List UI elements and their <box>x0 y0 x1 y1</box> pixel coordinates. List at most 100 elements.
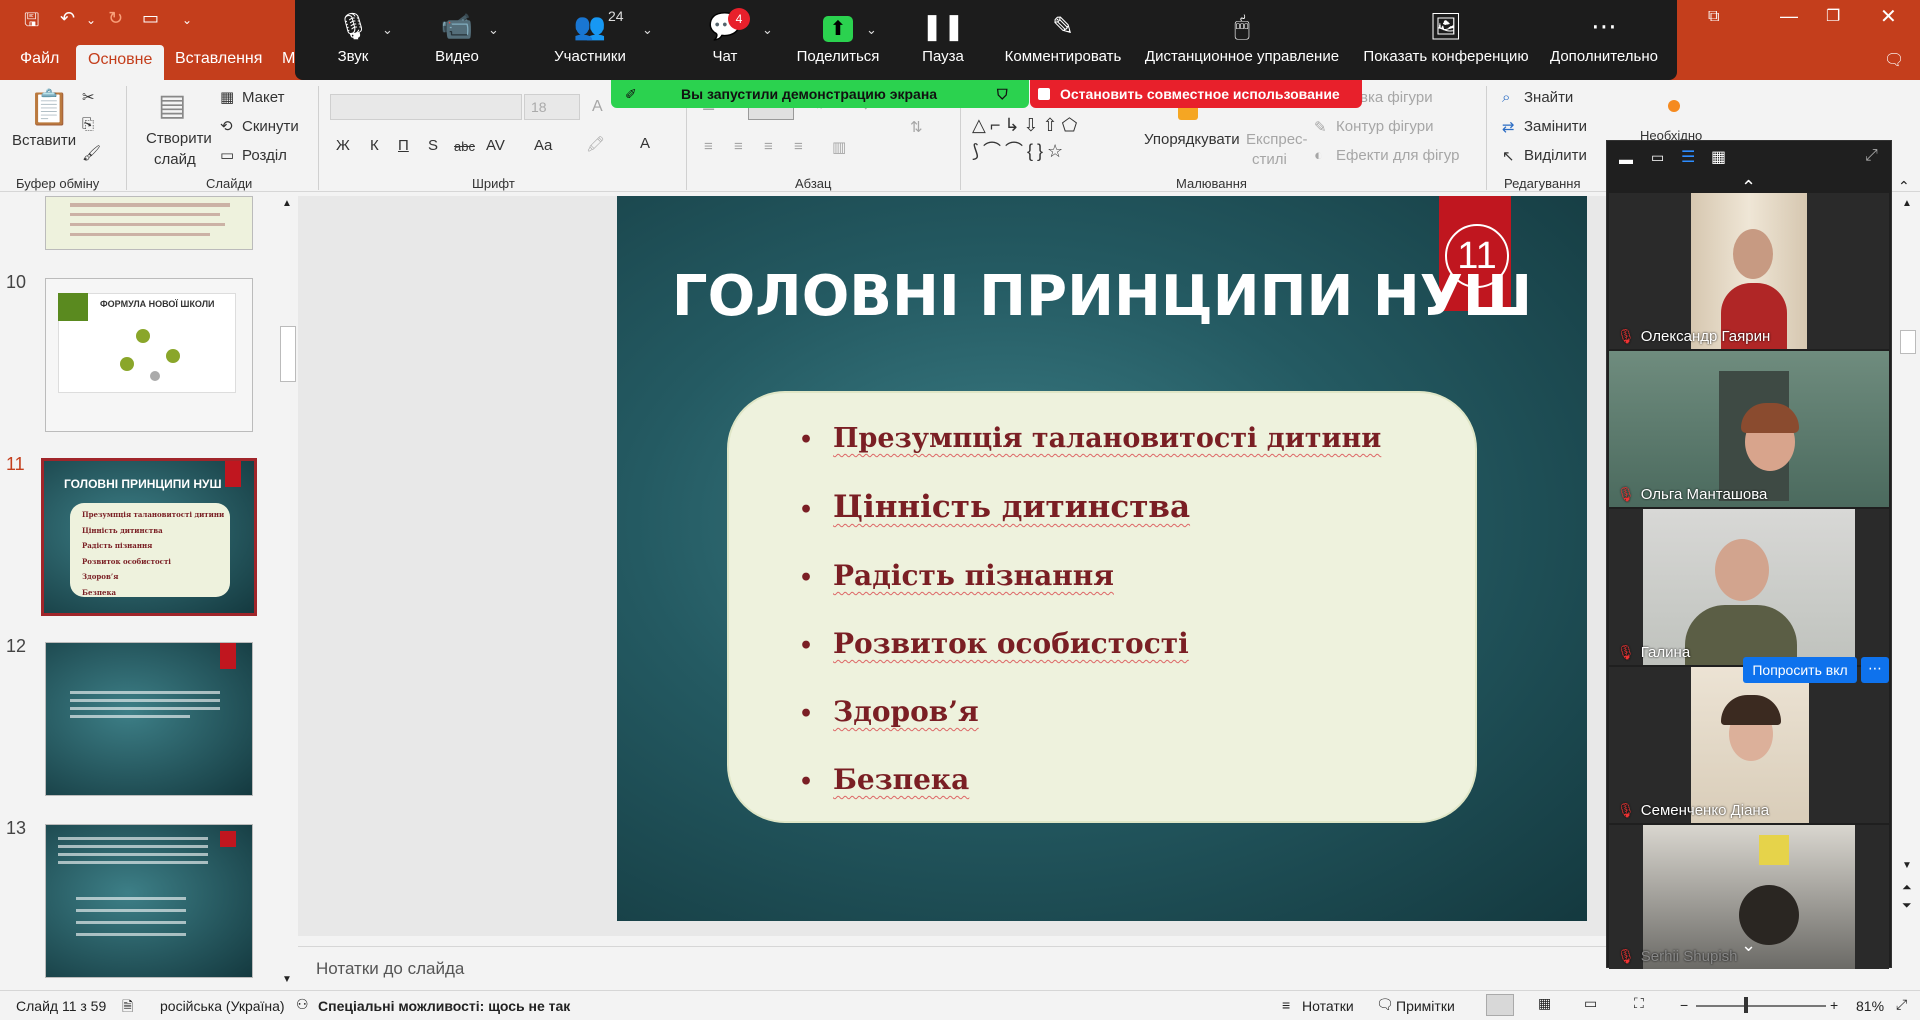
participant-tile[interactable]: 🎙 Олександр Гаярин <box>1609 193 1889 349</box>
expand-panel-icon[interactable]: ⤢ <box>1865 147 1878 165</box>
canvas-scroll-thumb[interactable] <box>1900 330 1916 354</box>
notes-pane[interactable]: Нотатки до слайда <box>298 946 1606 990</box>
slideshow-icon[interactable]: ⛶ <box>1634 995 1644 1012</box>
char-spacing-button[interactable]: AV <box>486 137 505 154</box>
bullet-list-box[interactable]: • Презумпція талановитості дитини • Цінніс… <box>727 391 1477 823</box>
shape-outline-button[interactable]: Контур фігури <box>1336 118 1433 135</box>
change-case-button[interactable]: Aa <box>534 137 552 154</box>
align-left-icon[interactable]: ≡ <box>704 138 713 155</box>
align-right-icon[interactable]: ≡ <box>764 138 773 155</box>
chat-options-chevron-icon[interactable]: ⌄ <box>762 22 773 38</box>
justify-icon[interactable]: ≡ <box>794 138 803 155</box>
audio-options-chevron-icon[interactable]: ⌄ <box>382 22 393 38</box>
cut-icon[interactable]: ✂ <box>82 88 95 106</box>
notes-button[interactable]: Нотатки <box>1302 998 1354 1014</box>
quick-styles-button[interactable]: Експрес- <box>1246 131 1308 148</box>
annotate-button[interactable]: ✎ Комментировать <box>998 4 1128 65</box>
customize-toolbar-icon[interactable]: ⌄ <box>182 13 192 27</box>
participants-options-chevron-icon[interactable]: ⌄ <box>642 22 653 38</box>
arrange-button[interactable]: Упорядкувати <box>1144 131 1240 148</box>
show-meeting-button[interactable]: 🖼 Показать конференцию <box>1356 4 1536 65</box>
stop-share-button[interactable]: Остановить совместное использование <box>1030 80 1362 108</box>
scroll-down-icon[interactable]: ▼ <box>282 974 292 985</box>
slide-sorter-icon[interactable]: ▦ <box>1538 995 1551 1012</box>
redo-icon[interactable]: ↻ <box>108 8 123 29</box>
tab-more[interactable]: М <box>282 50 295 68</box>
replace-button[interactable]: Замінити <box>1524 118 1587 135</box>
video-options-chevron-icon[interactable]: ⌄ <box>488 22 499 38</box>
comments-pane-icon[interactable]: 🗨 <box>1884 50 1904 70</box>
previous-slide-icon[interactable]: ⏶ <box>1902 880 1912 895</box>
reset-button[interactable]: Скинути <box>242 118 299 135</box>
scroll-down-icon[interactable]: ▼ <box>1902 860 1912 871</box>
thumbnails-scroll-thumb[interactable] <box>280 326 296 382</box>
share-options-chevron-icon[interactable]: ⌄ <box>866 22 877 38</box>
quick-styles-button-line2[interactable]: стилі <box>1252 151 1287 168</box>
select-button[interactable]: Виділити <box>1524 147 1587 164</box>
tab-insert[interactable]: Вставлення <box>175 50 262 68</box>
save-icon[interactable]: 🖫 <box>24 8 39 38</box>
font-size-combo[interactable]: 18 <box>524 94 580 120</box>
reading-view-icon[interactable]: ▭ <box>1584 995 1597 1012</box>
copy-icon[interactable]: ⎘ <box>82 116 94 133</box>
fit-to-window-icon[interactable]: ⤢ <box>1896 996 1907 1013</box>
zoom-in-icon[interactable]: + <box>1830 997 1838 1013</box>
align-center-icon[interactable]: ≡ <box>734 138 743 155</box>
undo-dropdown-icon[interactable]: ⌄ <box>86 13 96 27</box>
slide-title[interactable]: ГОЛОВНІ ПРИНЦИПИ НУШ <box>617 264 1587 329</box>
shapes-gallery[interactable]: △⌐↳⇩⇧⬠ ⟆⌒⌒{}☆ <box>972 112 1132 166</box>
chat-button[interactable]: 💬 Чат <box>690 4 760 65</box>
font-color-icon[interactable]: A <box>640 135 650 152</box>
participant-tile[interactable]: 🎙 Галина <box>1609 509 1889 665</box>
tab-file[interactable]: Файл <box>20 50 59 68</box>
next-slide-icon[interactable]: ⏷ <box>1902 898 1912 913</box>
collapse-ribbon-icon[interactable]: ⌃ <box>1898 178 1910 195</box>
strikethrough-button[interactable]: abc <box>454 139 475 154</box>
participants-button[interactable]: 👥 Участники <box>540 4 640 65</box>
find-button[interactable]: Знайти <box>1524 89 1573 106</box>
new-slide-icon[interactable]: ▤ <box>158 88 186 123</box>
paste-button[interactable]: Вставити <box>12 132 76 149</box>
remote-control-button[interactable]: 🖱 Дистанционное управление <box>1136 4 1348 65</box>
slide-thumbnail-10[interactable]: ФОРМУЛА НОВОЇ ШКОЛИ <box>45 278 253 432</box>
comments-button[interactable]: Примітки <box>1396 998 1455 1014</box>
present-from-start-icon[interactable]: ▭ <box>142 8 159 29</box>
grow-font-icon[interactable]: A <box>592 98 603 116</box>
section-button[interactable]: Розділ <box>242 147 287 164</box>
current-slide[interactable]: 11 ГОЛОВНІ ПРИНЦИПИ НУШ • Презумпція тала… <box>617 196 1587 921</box>
new-slide-button-line2[interactable]: слайд <box>154 151 196 168</box>
zoom-level[interactable]: 81% <box>1856 998 1884 1014</box>
accessibility-status[interactable]: Спеціальні можливості: щось не так <box>318 998 570 1014</box>
highlight-icon[interactable]: 🖍 <box>586 135 605 153</box>
participant-tile[interactable]: 🎙 Ольга Манташова <box>1609 351 1889 507</box>
layout-button[interactable]: Макет <box>242 89 284 106</box>
single-view-icon[interactable]: ▭ <box>1651 149 1664 166</box>
zoom-slider[interactable] <box>1696 1005 1826 1007</box>
slide-thumbnail-12[interactable] <box>45 642 253 796</box>
spellcheck-icon[interactable]: 🗎 <box>122 996 133 1020</box>
scroll-up-icon[interactable]: ▲ <box>282 198 292 209</box>
shape-fill-button[interactable]: вка фігури <box>1360 89 1433 106</box>
underline-button[interactable]: П <box>398 137 409 154</box>
restore-ribbon-icon[interactable]: ⧉ <box>1708 8 1719 26</box>
new-slide-button[interactable]: Створити <box>146 130 212 147</box>
participant-more-icon[interactable]: ⋯ <box>1861 657 1889 683</box>
text-direction-icon[interactable]: ⇅ <box>910 118 923 136</box>
paste-icon[interactable]: 📋 <box>28 88 70 128</box>
slide-thumbnail-9[interactable] <box>45 196 253 250</box>
scroll-down-chevron-icon[interactable]: ⌄ <box>1741 935 1756 956</box>
zoom-out-icon[interactable]: − <box>1680 997 1688 1013</box>
video-button[interactable]: 📹 Видео <box>422 4 492 65</box>
thumbnails-scrollbar[interactable] <box>278 196 298 990</box>
strip-view-icon[interactable]: ☰ <box>1681 147 1695 167</box>
format-painter-icon[interactable]: 🖌 <box>82 144 101 162</box>
italic-button[interactable]: К <box>370 137 379 154</box>
minimize-view-icon[interactable]: ▬ <box>1619 151 1633 167</box>
normal-view-icon[interactable] <box>1486 994 1514 1016</box>
scroll-up-icon[interactable]: ▲ <box>1902 198 1912 209</box>
font-family-combo[interactable] <box>330 94 522 120</box>
columns-icon[interactable]: ▥ <box>832 138 846 156</box>
tab-home[interactable]: Основне <box>76 45 165 80</box>
zoom-slider-thumb[interactable] <box>1744 997 1748 1013</box>
language-indicator[interactable]: російська (Україна) <box>160 998 285 1014</box>
